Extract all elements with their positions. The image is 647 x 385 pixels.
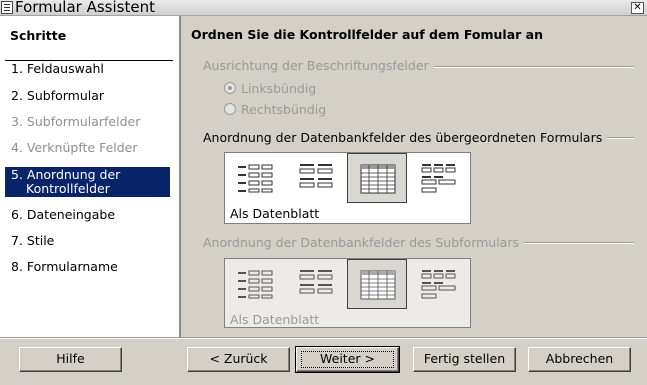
columnar-top-labels-icon: [299, 270, 333, 294]
steps-heading: Schritte: [10, 28, 67, 43]
blocks-layout-option[interactable]: [408, 153, 468, 203]
step-dateneingabe[interactable]: 6. Dateneingabe: [11, 208, 115, 222]
sub-columnar-top-labels-option: [286, 259, 346, 309]
step-feldauswahl[interactable]: 1. Feldauswahl: [11, 62, 104, 76]
finish-button[interactable]: Fertig stellen: [413, 347, 516, 372]
columnar-left-labels-option[interactable]: [225, 153, 285, 203]
step-subformularfelder: 3. Subformularfelder: [11, 114, 141, 129]
blocks-labels-above-icon: [421, 164, 456, 193]
step-anordnung-kontrollfelder[interactable]: 5. Anordnung der Kontrollfelder: [5, 167, 170, 197]
cancel-button[interactable]: Abbrechen: [528, 347, 631, 372]
radio-rechtsbuendig-label: Rechtsbündig: [241, 102, 327, 117]
main-form-layout-heading: Anordnung der Datenbankfelder des überge…: [203, 130, 608, 145]
label-alignment-heading: Ausrichtung der Beschriftungsfelder: [203, 58, 434, 73]
subform-layout-caption: Als Datenblatt: [230, 312, 320, 327]
sub-blocks-layout-option: [408, 259, 468, 309]
radio-checked-icon: [224, 82, 236, 94]
columnar-top-labels-icon: [299, 164, 333, 188]
sidebar-divider: [179, 16, 181, 337]
radio-unchecked-icon: [224, 103, 236, 115]
step-verknuepfte-felder: 4. Verknüpfte Felder: [11, 140, 138, 155]
tabular-layout-icon: [360, 270, 396, 300]
window-title: Formular Assistent: [15, 0, 155, 16]
blocks-labels-above-icon: [421, 270, 456, 299]
step-label-line1: 5. Anordnung der: [11, 167, 121, 182]
title-bar[interactable]: Formular Assistent ✕: [0, 0, 647, 16]
close-button[interactable]: ✕: [631, 2, 644, 14]
columnar-left-labels-icon: [238, 270, 273, 299]
wizard-window: Formular Assistent ✕ Schritte 1. Feldaus…: [0, 0, 647, 385]
subform-layout-heading: Anordnung der Datenbankfelder des Subfor…: [203, 235, 524, 250]
step-stile[interactable]: 7. Stile: [11, 234, 54, 248]
columnar-top-labels-option[interactable]: [286, 153, 346, 203]
next-button[interactable]: Weiter >: [295, 346, 400, 373]
sub-columnar-left-labels-option: [225, 259, 285, 309]
button-bar-divider: [0, 337, 647, 339]
step-subformular[interactable]: 2. Subformular: [11, 89, 104, 103]
step-formularname[interactable]: 8. Formularname: [11, 260, 118, 274]
page-title: Ordnen Sie die Kontrollfelder auf dem Fo…: [191, 27, 543, 42]
tabular-layout-option[interactable]: [347, 153, 407, 203]
main-form-layout-selector: Als Datenblatt: [224, 152, 471, 224]
columnar-left-labels-icon: [238, 164, 273, 193]
radio-linksbuendig-label: Linksbündig: [241, 81, 317, 96]
back-button[interactable]: < Zurück: [187, 347, 290, 372]
step-label-line2: Kontrollfelder: [26, 181, 110, 196]
main-form-layout-caption: Als Datenblatt: [230, 206, 320, 221]
sub-tabular-layout-option: [347, 259, 407, 309]
focus-ring: [301, 351, 394, 368]
subform-layout-selector: Als Datenblatt: [224, 258, 471, 328]
help-button[interactable]: Hilfe: [19, 347, 122, 372]
document-app-icon: [1, 1, 13, 14]
tabular-layout-icon: [360, 164, 396, 194]
